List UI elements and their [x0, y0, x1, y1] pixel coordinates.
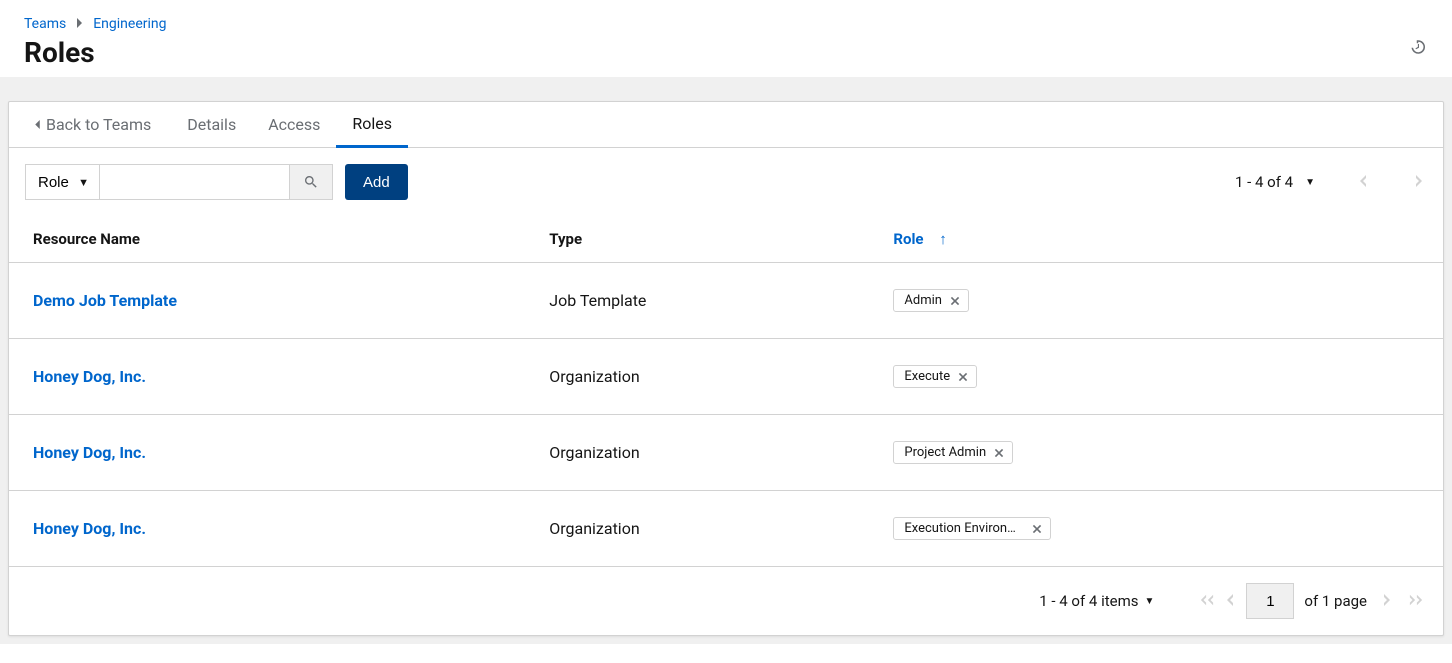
page-number-input[interactable]: [1246, 583, 1294, 619]
bottom-pagination: 1 - 4 of 4 items ▼ of 1 page: [9, 567, 1443, 635]
toolbar: Role ▼ Add 1 - 4 of 4 ▼: [9, 148, 1443, 216]
top-pagination-range: 1 - 4 of 4: [1235, 173, 1293, 191]
role-chip-label: Admin: [904, 293, 942, 308]
resource-link[interactable]: Honey Dog, Inc.: [33, 443, 146, 462]
search-button[interactable]: [289, 164, 333, 200]
back-to-teams-link[interactable]: Back to Teams: [33, 103, 155, 146]
next-page-arrow[interactable]: [1377, 592, 1393, 610]
table-row: Honey Dog, Inc. Organization Project Admin: [9, 415, 1443, 491]
role-chip-label: Execution Environme…: [904, 521, 1024, 536]
tab-access[interactable]: Access: [252, 103, 336, 146]
top-pagination: 1 - 4 of 4 ▼: [1235, 173, 1427, 191]
remove-role-icon[interactable]: [952, 372, 974, 382]
chevron-right-icon: [76, 18, 83, 31]
content-area: Back to Teams Details Access Roles Role …: [0, 77, 1452, 644]
remove-role-icon[interactable]: [988, 448, 1010, 458]
type-cell: Organization: [525, 339, 869, 415]
type-cell: Organization: [525, 491, 869, 567]
filter-text-input[interactable]: [99, 164, 289, 200]
remove-role-icon[interactable]: [1026, 524, 1048, 534]
history-icon[interactable]: [1410, 38, 1428, 60]
breadcrumb-root-link[interactable]: Teams: [24, 16, 66, 32]
filter-select-wrap: Role ▼: [25, 164, 99, 200]
tab-details[interactable]: Details: [171, 103, 252, 146]
pagination-items-label-wrap[interactable]: 1 - 4 of 4 items ▼: [1039, 592, 1154, 610]
col-resource-name[interactable]: Resource Name: [9, 216, 525, 263]
role-chip: Execute: [893, 365, 977, 388]
role-chip: Project Admin: [893, 441, 1013, 464]
remove-role-icon[interactable]: [944, 296, 966, 306]
page-header: Teams Engineering Roles: [0, 0, 1452, 77]
add-button[interactable]: Add: [345, 164, 408, 200]
resource-link[interactable]: Demo Job Template: [33, 291, 177, 310]
col-role-label: Role: [893, 230, 923, 248]
filter-group: Role ▼: [25, 164, 333, 200]
type-cell: Job Template: [525, 263, 869, 339]
pagination-items-label: 1 - 4 of 4 items: [1039, 592, 1138, 610]
filter-type-select[interactable]: Role: [25, 164, 99, 200]
main-card: Back to Teams Details Access Roles Role …: [8, 101, 1444, 636]
role-chip: Execution Environme…: [893, 517, 1051, 540]
resource-link[interactable]: Honey Dog, Inc.: [33, 519, 146, 538]
last-page-arrow[interactable]: [1403, 592, 1419, 610]
role-chip: Admin: [893, 289, 969, 312]
caret-down-icon[interactable]: ▼: [1305, 177, 1315, 188]
back-to-teams-label: Back to Teams: [46, 115, 151, 134]
tab-bar: Back to Teams Details Access Roles: [9, 102, 1443, 148]
table-row: Demo Job Template Job Template Admin: [9, 263, 1443, 339]
next-page-arrow[interactable]: [1415, 173, 1427, 191]
table-row: Honey Dog, Inc. Organization Execute: [9, 339, 1443, 415]
prev-page-arrow[interactable]: [1220, 592, 1236, 610]
caret-down-icon: ▼: [1144, 596, 1154, 607]
search-icon: [303, 174, 319, 190]
tab-roles[interactable]: Roles: [336, 102, 408, 148]
first-page-arrow[interactable]: [1194, 592, 1210, 610]
sort-ascending-icon: ↑: [939, 230, 947, 248]
role-chip-label: Execute: [904, 369, 950, 384]
pagination-page-label: of 1 page: [1304, 592, 1367, 610]
page-title: Roles: [24, 36, 1428, 69]
breadcrumb-current-link[interactable]: Engineering: [93, 16, 166, 32]
breadcrumb: Teams Engineering: [24, 16, 1428, 32]
role-chip-label: Project Admin: [904, 445, 986, 460]
table-row: Honey Dog, Inc. Organization Execution Env…: [9, 491, 1443, 567]
col-role[interactable]: Role ↑: [869, 216, 1443, 263]
resource-link[interactable]: Honey Dog, Inc.: [33, 367, 146, 386]
col-type[interactable]: Type: [525, 216, 869, 263]
type-cell: Organization: [525, 415, 869, 491]
prev-page-arrow[interactable]: [1359, 173, 1371, 191]
roles-table: Resource Name Type Role ↑ Demo Job Templ…: [9, 216, 1443, 567]
